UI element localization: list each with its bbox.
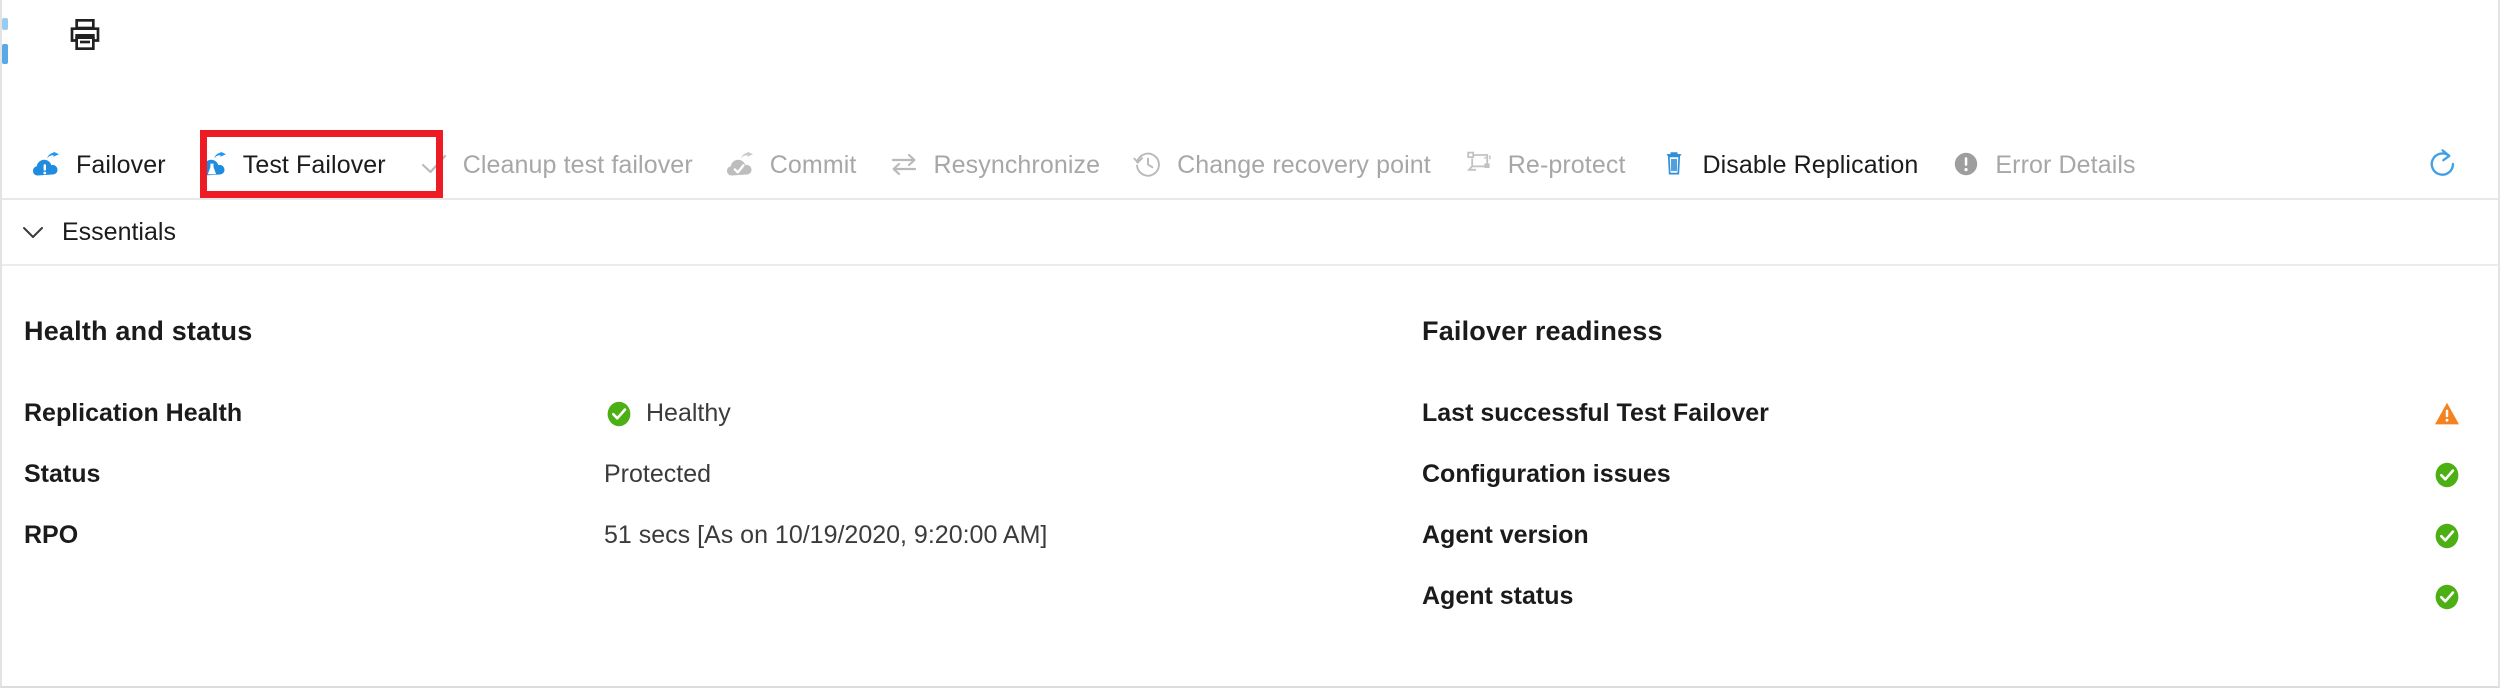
row-label: Replication Health [24,399,243,427]
checkmark-icon [417,147,451,181]
command-resynchronize[interactable]: Resynchronize [873,133,1117,195]
green-check-icon [604,399,634,429]
command-label: Test Failover [242,150,386,179]
row-label: Last successful Test Failover [1422,399,1769,427]
command-label: Error Details [1995,150,2136,179]
command-change-recovery-point[interactable]: Change recovery point [1117,133,1448,195]
orange-warning-icon [2430,397,2464,431]
row-configuration-issues: Configuration issues [1422,444,2482,505]
failover-cloud-icon [30,147,64,181]
command-label: Failover [76,150,166,179]
row-value: Healthy [646,399,731,427]
command-label: Re-protect [1507,150,1626,179]
failover-readiness-list: Last successful Test Failover Configurat… [1422,383,2482,627]
print-button[interactable] [57,8,113,62]
command-error-details[interactable]: Error Details [1935,133,2152,195]
row-value-wrap: Protected [604,460,711,489]
row-value-wrap: 51 secs [As on 10/19/2020, 9:20:00 AM] [604,521,1047,550]
row-rpo: RPO 51 secs [As on 10/19/2020, 9:20:00 A… [24,505,1404,566]
essentials-label: Essentials [62,217,176,246]
command-failover[interactable]: Failover [16,133,183,195]
row-label: Status [24,460,101,488]
test-failover-cloud-icon [197,147,231,181]
health-and-status-heading: Health and status [24,316,253,346]
command-label: Disable Replication [1702,150,1919,179]
two-way-arrows-icon [887,147,921,181]
row-value: Protected [604,460,712,488]
command-disable-replication[interactable]: Disable Replication [1643,133,1936,195]
command-cleanup-test-failover[interactable]: Cleanup test failover [403,133,710,195]
row-status: Status Protected [24,444,1404,505]
command-bar: Failover Test Failover Cleanup test fail… [2,130,2498,198]
row-label: RPO [24,521,79,549]
row-label: Agent version [1422,521,1589,549]
left-edge-cutoff-icons [2,18,8,64]
green-check-icon [2430,519,2464,553]
row-label: Configuration issues [1422,460,1671,488]
row-last-successful-test-failover: Last successful Test Failover [1422,383,2482,444]
command-label: Commit [769,150,857,179]
health-and-status-list: Replication Health Healthy Status Protec… [24,383,1404,566]
essentials-body: Health and status Replication Health Hea… [2,264,2498,686]
commit-cloud-check-icon [724,147,758,181]
green-check-icon [2430,580,2464,614]
clock-history-icon [1131,147,1165,181]
command-label: Cleanup test failover [462,150,693,179]
command-test-failover[interactable]: Test Failover [183,133,403,195]
row-agent-version: Agent version [1422,505,2482,566]
green-check-icon [2430,458,2464,492]
printer-icon [65,15,105,55]
trash-icon [1657,147,1691,181]
error-circle-icon [1949,147,1983,181]
command-label: Resynchronize [933,150,1101,179]
essentials-section-header[interactable]: Essentials [2,200,2498,264]
row-label: Agent status [1422,582,1574,610]
row-agent-status: Agent status [1422,566,2482,627]
refresh-icon [2426,147,2460,181]
failover-readiness-heading: Failover readiness [1422,316,1663,346]
row-replication-health: Replication Health Healthy [24,383,1404,444]
command-re-protect[interactable]: Re-protect [1448,133,1643,195]
chevron-down-icon[interactable] [16,215,50,249]
row-value: 51 secs [As on 10/19/2020, 9:20:00 AM] [604,521,1048,549]
replicated-item-overview-pane: Failover Test Failover Cleanup test fail… [0,0,2500,688]
command-label: Change recovery point [1177,150,1431,179]
command-commit[interactable]: Commit [710,133,874,195]
top-toolbar [2,0,2498,72]
row-value-wrap: Healthy [604,399,731,429]
health-and-status-panel: Health and status Replication Health Hea… [24,264,1404,566]
failover-readiness-panel: Failover readiness Last successful Test … [1422,264,2482,627]
command-refresh[interactable] [2412,133,2498,195]
re-protect-icon [1462,147,1496,181]
